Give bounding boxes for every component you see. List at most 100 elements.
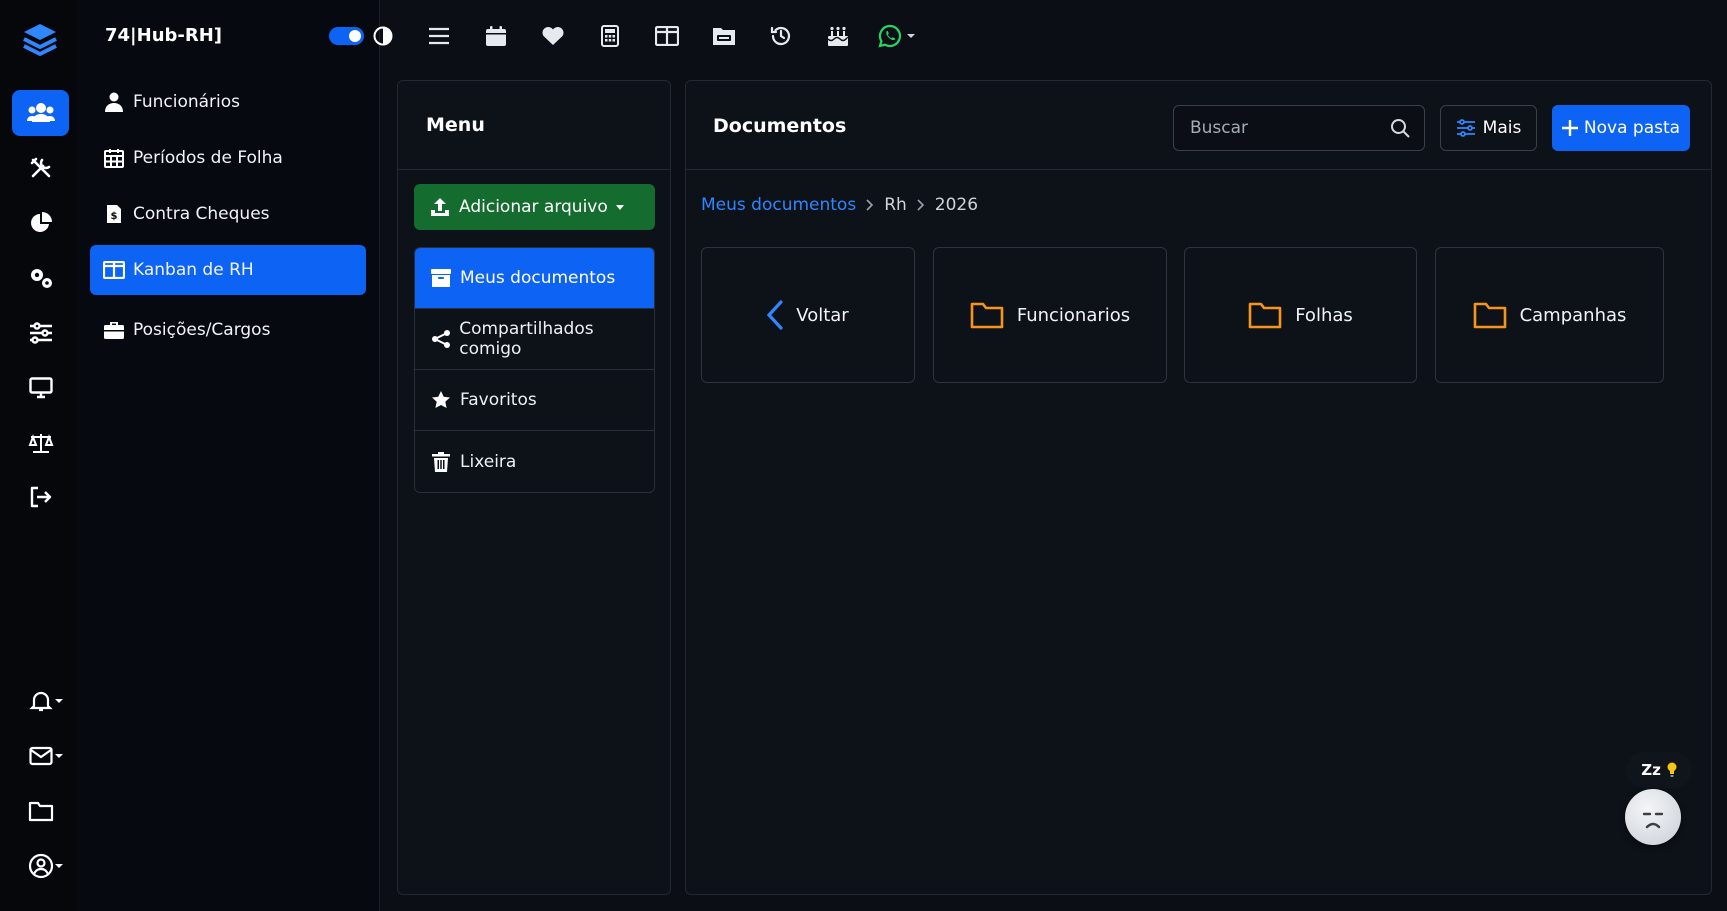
history-icon (769, 24, 793, 48)
users-icon (26, 102, 55, 124)
folder-icon (1473, 301, 1507, 329)
rail-filters-button[interactable] (12, 310, 69, 356)
breadcrumb-level1-link[interactable]: Rh (884, 195, 907, 215)
tools-icon (29, 156, 53, 180)
page-title: Documentos (713, 115, 847, 137)
sliders-icon (29, 322, 53, 344)
workspace-title: 74|Hub-RH] (105, 25, 223, 46)
star-icon (430, 389, 452, 411)
chevron-down-icon (615, 204, 624, 210)
folder-name: Funcionarios (1016, 304, 1131, 326)
folder-tile[interactable]: Funcionarios (933, 247, 1167, 383)
folder-open-icon (712, 26, 736, 46)
menu-icon (428, 27, 450, 45)
rail-reports-button[interactable] (12, 200, 69, 246)
mail-icon (28, 746, 53, 766)
chevron-down-icon (55, 864, 63, 868)
menu-item-label: Lixeira (460, 451, 517, 472)
menu-item-compartilhados[interactable]: Compartilhados comigo (415, 309, 654, 370)
sidebar-item-funcionarios[interactable]: Funcionários (90, 77, 366, 127)
menu-panel-title: Menu (398, 81, 670, 170)
archive-icon (430, 267, 452, 289)
monitor-icon (28, 377, 53, 399)
menu-item-label: Compartilhados comigo (459, 319, 594, 359)
favorites-button[interactable] (524, 18, 581, 54)
birthdays-button[interactable] (809, 18, 866, 54)
search-icon[interactable] (1390, 118, 1410, 138)
history-button[interactable] (752, 18, 809, 54)
rail-files-button[interactable] (12, 788, 69, 834)
plus-icon (1561, 120, 1578, 136)
sidebar-item-posicoes[interactable]: Posições/Cargos (90, 305, 366, 355)
menu-button[interactable] (410, 18, 467, 54)
theme-toggle[interactable] (329, 27, 364, 45)
invoice-icon: $ (103, 203, 125, 225)
chevron-down-icon (907, 34, 915, 38)
calculator-button[interactable] (581, 18, 638, 54)
assistant-mascot-avatar[interactable] (1625, 789, 1681, 845)
lightbulb-icon (1667, 762, 1677, 778)
documents-panel: Documentos Mais Nova pasta Meus document… (685, 80, 1712, 895)
menu-panel: Menu Adicionar arquivo Meus documentos C… (397, 80, 671, 895)
rail-logout-button[interactable] (12, 474, 69, 520)
breadcrumb: Meus documentos Rh 2026 (701, 195, 978, 215)
menu-list: Meus documentos Compartilhados comigo Fa… (414, 247, 655, 493)
folder-name: Folhas (1295, 304, 1353, 326)
rail-legal-button[interactable] (12, 420, 69, 466)
menu-item-lixeira[interactable]: Lixeira (415, 431, 654, 492)
folder-icon (28, 800, 54, 822)
svg-text:$: $ (111, 211, 118, 222)
rail-profile-button[interactable] (12, 843, 69, 889)
breadcrumb-root-link[interactable]: Meus documentos (701, 195, 856, 215)
rail-tools-button[interactable] (12, 145, 69, 191)
rail-monitor-button[interactable] (12, 365, 69, 411)
folder-tile[interactable]: Folhas (1184, 247, 1417, 383)
back-tile[interactable]: Voltar (701, 247, 915, 383)
documents-button[interactable] (695, 18, 752, 54)
sidebar-item-label: Contra Cheques (133, 204, 270, 224)
menu-item-label: Meus documentos (460, 268, 616, 288)
menu-item-meus-documentos[interactable]: Meus documentos (415, 248, 654, 309)
more-filters-button[interactable]: Mais (1440, 105, 1537, 151)
sidebar-item-kanban[interactable]: Kanban de RH (90, 245, 366, 295)
breadcrumb-current: 2026 (934, 195, 979, 215)
chevron-left-icon (767, 300, 783, 330)
add-file-label: Adicionar arquivo (459, 197, 608, 217)
bell-icon (28, 689, 53, 713)
kanban-button[interactable] (638, 18, 695, 54)
sleep-badge-text: Zz (1641, 761, 1661, 779)
sidebar-item-label: Posições/Cargos (133, 320, 271, 340)
search-input[interactable] (1174, 106, 1374, 150)
rail-mail-button[interactable] (12, 733, 69, 779)
contrast-icon[interactable] (373, 26, 393, 46)
calendar-button[interactable] (467, 18, 524, 54)
briefcase-icon (103, 319, 125, 341)
whatsapp-button[interactable] (866, 18, 923, 54)
new-folder-label: Nova pasta (1583, 118, 1681, 138)
new-folder-button[interactable]: Nova pasta (1552, 105, 1690, 151)
rail-settings-button[interactable] (12, 255, 69, 301)
top-toolbar (410, 18, 923, 54)
menu-item-label: Favoritos (460, 390, 537, 410)
birthday-cake-icon (826, 25, 850, 47)
pie-chart-icon (29, 211, 53, 235)
layers-logo-icon[interactable] (20, 20, 60, 60)
heart-icon (541, 26, 565, 46)
cogs-icon (28, 266, 54, 290)
rail-notifications-button[interactable] (12, 678, 69, 724)
folder-name: Campanhas (1519, 304, 1627, 326)
folder-tile[interactable]: Campanhas (1435, 247, 1664, 383)
upload-icon (430, 197, 450, 217)
sidebar-item-periodos[interactable]: Períodos de Folha (90, 133, 366, 183)
more-filters-label: Mais (1482, 118, 1522, 138)
sidebar-header: 74|Hub-RH] (105, 24, 393, 48)
rail-users-button[interactable] (12, 90, 69, 136)
user-circle-icon (28, 853, 54, 879)
menu-item-favoritos[interactable]: Favoritos (415, 370, 654, 431)
folder-icon (970, 301, 1004, 329)
add-file-button[interactable]: Adicionar arquivo (414, 184, 655, 230)
sleep-badge[interactable]: Zz (1626, 752, 1692, 788)
trash-icon (430, 451, 452, 473)
whatsapp-icon (877, 24, 902, 48)
sidebar-item-contra-cheques[interactable]: $ Contra Cheques (90, 189, 366, 239)
